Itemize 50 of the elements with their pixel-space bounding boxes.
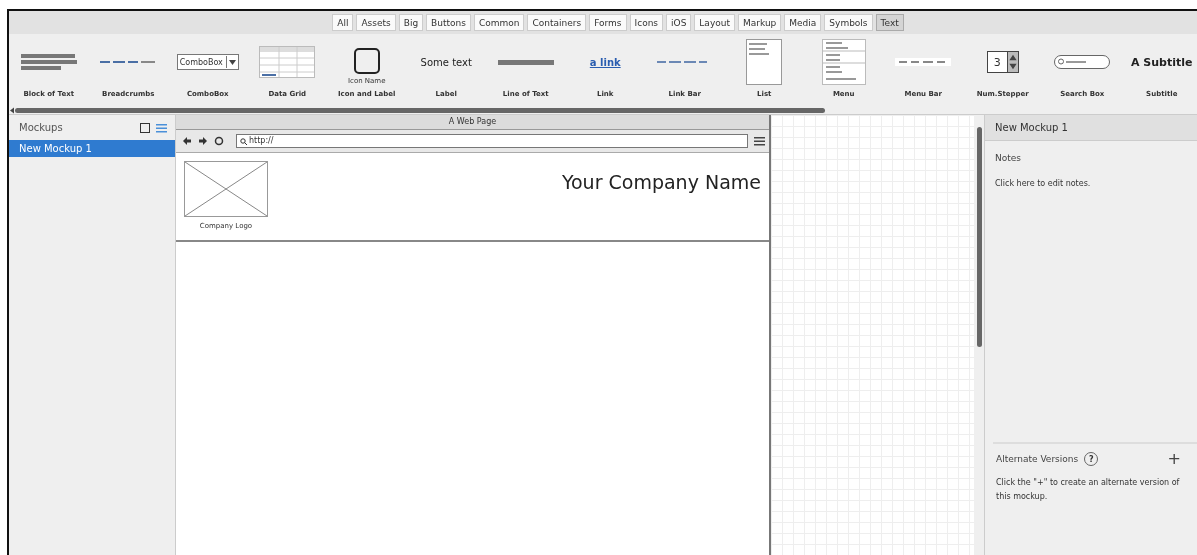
back-arrow-icon[interactable] [182,136,192,146]
category-tab[interactable]: All [332,14,354,31]
category-tab[interactable]: Assets [356,14,396,31]
category-tab[interactable]: Forms [589,14,627,31]
category-tab[interactable]: Icons [629,14,664,31]
menu-drawing[interactable] [821,39,866,85]
add-button[interactable]: + [1167,452,1183,466]
number-stepper[interactable]: 3 [986,51,1019,73]
grid-view-icon[interactable] [140,122,150,133]
list-drawing[interactable] [746,39,783,85]
category-tab[interactable]: Containers [527,14,587,31]
category-tab[interactable]: Media [784,14,822,31]
combobox-preview[interactable]: ComboBox [176,54,239,70]
search-box-drawing[interactable] [1054,55,1111,69]
category-tab[interactable]: Common [473,14,525,31]
subtitle-preview[interactable]: A Subtitle [1131,55,1193,69]
text-block-drawing[interactable] [20,54,77,70]
url-field[interactable]: http:// [236,134,748,148]
category-tab[interactable]: Text [875,14,904,31]
company-name: Your Company Name [561,171,761,195]
breadcrumbs-drawing[interactable] [100,60,157,64]
search-icon [240,137,247,145]
menu-icon[interactable] [754,136,765,146]
mockup-list-item[interactable]: New Mockup 1 [9,140,175,157]
text-line-drawing[interactable] [497,59,554,65]
stepper-arrows-icon [1006,52,1018,72]
notes-hint[interactable]: Click here to edit notes. [995,177,1091,191]
category-tab[interactable]: Layout [694,14,735,31]
menu-bar-drawing[interactable] [895,58,952,66]
category-tab[interactable]: Symbols [824,14,873,31]
forward-arrow-icon[interactable] [198,136,208,146]
panel-title: Mockups [19,122,64,133]
section-heading: Alternate Versions [996,454,1079,464]
versions-hint: Click the "+" to create an alternate version of this mockup. [996,477,1181,503]
category-tab[interactable]: Big [398,14,424,31]
category-tab[interactable]: Buttons [426,14,471,31]
panel-title: New Mockup 1 [985,115,1197,141]
window-title: A Web Page [176,115,769,130]
square-icon [353,47,380,74]
scrollbar-thumb[interactable] [976,127,982,347]
label-preview[interactable]: Some text [420,56,472,68]
list-view-icon[interactable] [156,122,167,133]
category-tab[interactable]: iOS [666,14,692,31]
dropdown-caret-icon [225,56,238,68]
category-tab[interactable]: Markup [737,14,782,31]
reload-icon[interactable] [214,136,224,146]
section-heading: Notes [995,153,1021,163]
scroll-left-icon[interactable] [9,106,15,114]
link-preview[interactable]: a link [589,56,621,68]
scrollbar-thumb[interactable] [15,107,825,113]
